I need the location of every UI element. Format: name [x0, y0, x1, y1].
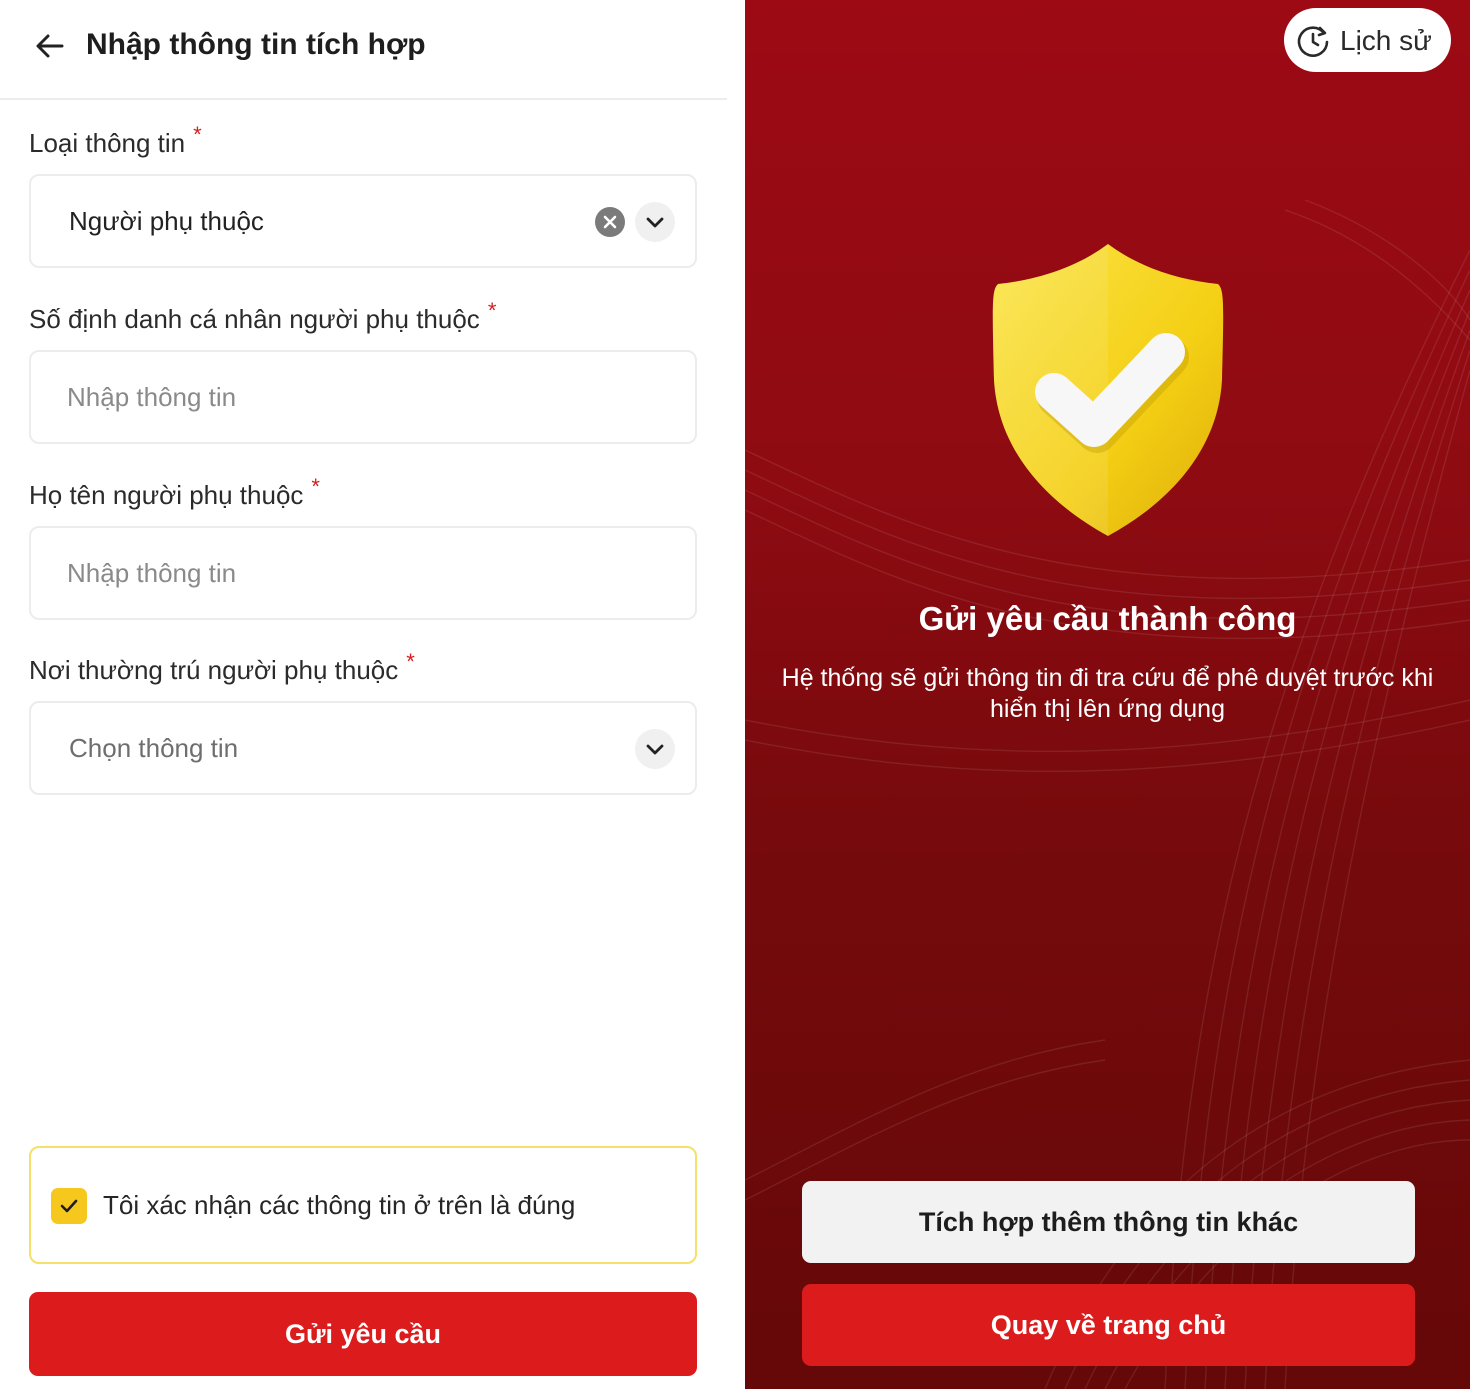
- history-label: Lịch sử: [1340, 25, 1432, 56]
- required-mark: *: [311, 474, 320, 499]
- info-type-value: Người phụ thuộc: [69, 206, 264, 236]
- personal-id-placeholder: Nhập thông tin: [67, 382, 237, 412]
- history-clock-icon: [1297, 26, 1329, 57]
- page-title: Nhập thông tin tích hợp: [86, 28, 426, 61]
- field-label-info-type: Loại thông tin *: [29, 122, 202, 158]
- full-name-placeholder: Nhập thông tin: [67, 558, 237, 588]
- chevron-down-icon[interactable]: [635, 729, 675, 769]
- required-mark: *: [487, 298, 497, 323]
- required-mark: *: [193, 122, 202, 147]
- clear-icon[interactable]: [595, 207, 625, 237]
- field-label-personal-id: Số định danh cá nhân người phụ thuộc *: [29, 298, 497, 334]
- required-mark: *: [406, 649, 415, 674]
- integration-form-screen: Nhập thông tin tích hợp Loại thông tin * …: [0, 0, 745, 1389]
- submit-request-button[interactable]: Gửi yêu cầu: [29, 1292, 697, 1376]
- check-icon: [60, 1199, 78, 1213]
- history-button[interactable]: Lịch sử: [1284, 8, 1451, 72]
- full-name-input[interactable]: Nhập thông tin: [29, 526, 697, 620]
- chevron-down-icon[interactable]: [635, 202, 675, 242]
- residence-placeholder: Chọn thông tin: [69, 733, 239, 763]
- form-header: Nhập thông tin tích hợp: [0, 0, 727, 100]
- confirm-label: Tôi xác nhận các thông tin ở trên là đún…: [103, 1190, 576, 1220]
- info-type-select[interactable]: Người phụ thuộc: [29, 174, 697, 268]
- back-home-button[interactable]: Quay về trang chủ: [802, 1284, 1415, 1366]
- integrate-more-button[interactable]: Tích hợp thêm thông tin khác: [802, 1181, 1415, 1263]
- personal-id-input[interactable]: Nhập thông tin: [29, 350, 697, 444]
- field-label-full-name: Họ tên người phụ thuộc *: [29, 474, 320, 510]
- confirm-box[interactable]: Tôi xác nhận các thông tin ở trên là đún…: [29, 1146, 697, 1264]
- residence-select[interactable]: Chọn thông tin: [29, 701, 697, 795]
- success-screen: Lịch sử Gửi yêu cầu thành công Hệ thống …: [745, 0, 1470, 1389]
- shield-check-icon: [992, 244, 1224, 536]
- confirm-checkbox[interactable]: [51, 1188, 87, 1224]
- field-label-residence: Nơi thường trú người phụ thuộc *: [29, 649, 415, 685]
- success-title: Gửi yêu cầu thành công: [918, 600, 1297, 637]
- arrow-left-icon[interactable]: [30, 26, 70, 66]
- success-description: Hệ thống sẽ gửi thông tin đi tra cứu để …: [781, 664, 1434, 723]
